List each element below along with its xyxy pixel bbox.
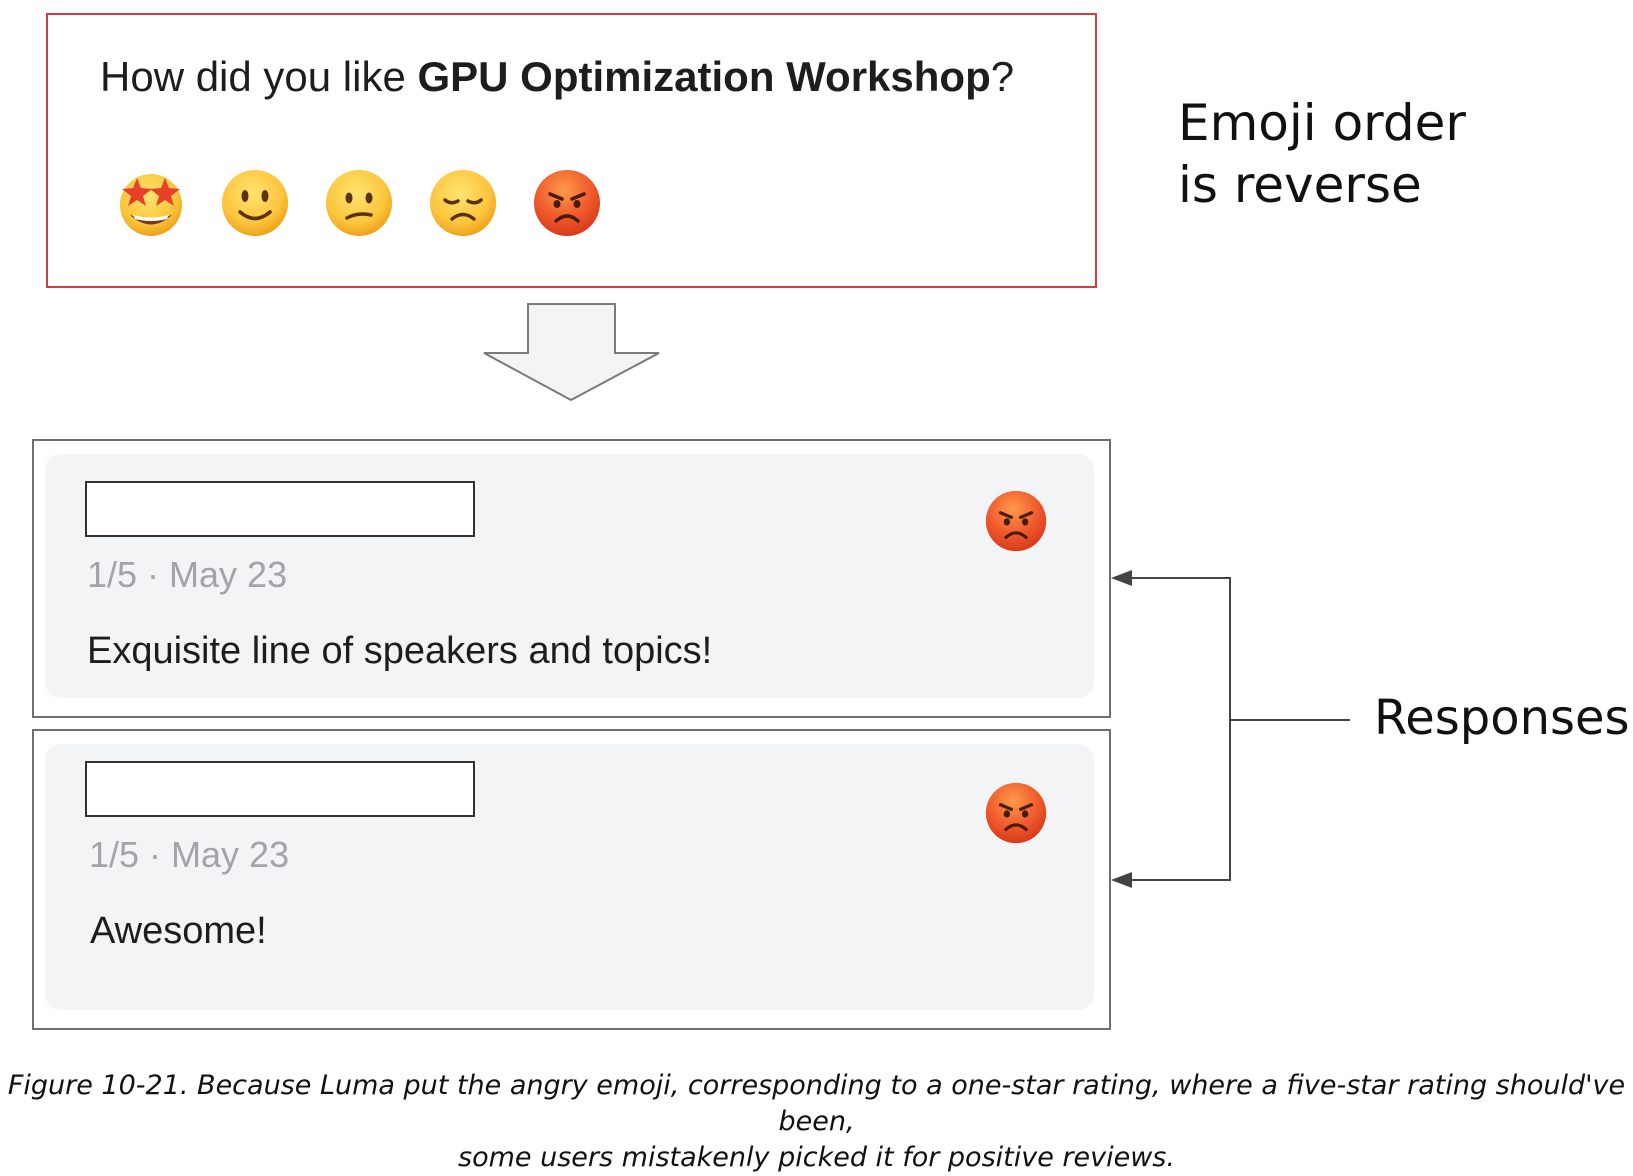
redacted-username [85, 761, 475, 817]
response-card: 1/5 · May 23 Awesome! [32, 729, 1111, 1030]
figure-caption: Figure 10-21. Because Luma put the angry… [0, 1068, 1633, 1176]
angry-emoji-icon [984, 781, 1048, 845]
responses-bracket [1132, 577, 1350, 881]
caption-line2: some users mistakenly picked it for posi… [458, 1142, 1175, 1173]
response-text: Exquisite line of speakers and topics! [87, 630, 713, 672]
response-card-body: 1/5 · May 23 Exquisite line of speakers … [45, 454, 1094, 698]
response-card: 1/5 · May 23 Exquisite line of speakers … [32, 439, 1111, 718]
redacted-username [85, 481, 475, 537]
angry-emoji-icon [984, 489, 1048, 553]
response-meta: 1/5 · May 23 [87, 554, 288, 595]
caption-line1: Figure 10-21. Because Luma put the angry… [7, 1070, 1626, 1137]
bracket-arrowhead-icon [1111, 872, 1132, 888]
response-meta: 1/5 · May 23 [89, 834, 290, 875]
response-card-body: 1/5 · May 23 Awesome! [45, 744, 1094, 1010]
response-text: Awesome! [90, 910, 267, 952]
down-arrow-icon [483, 303, 660, 402]
bracket-arrowhead-icon [1111, 570, 1132, 586]
responses-label: Responses [1374, 690, 1630, 746]
